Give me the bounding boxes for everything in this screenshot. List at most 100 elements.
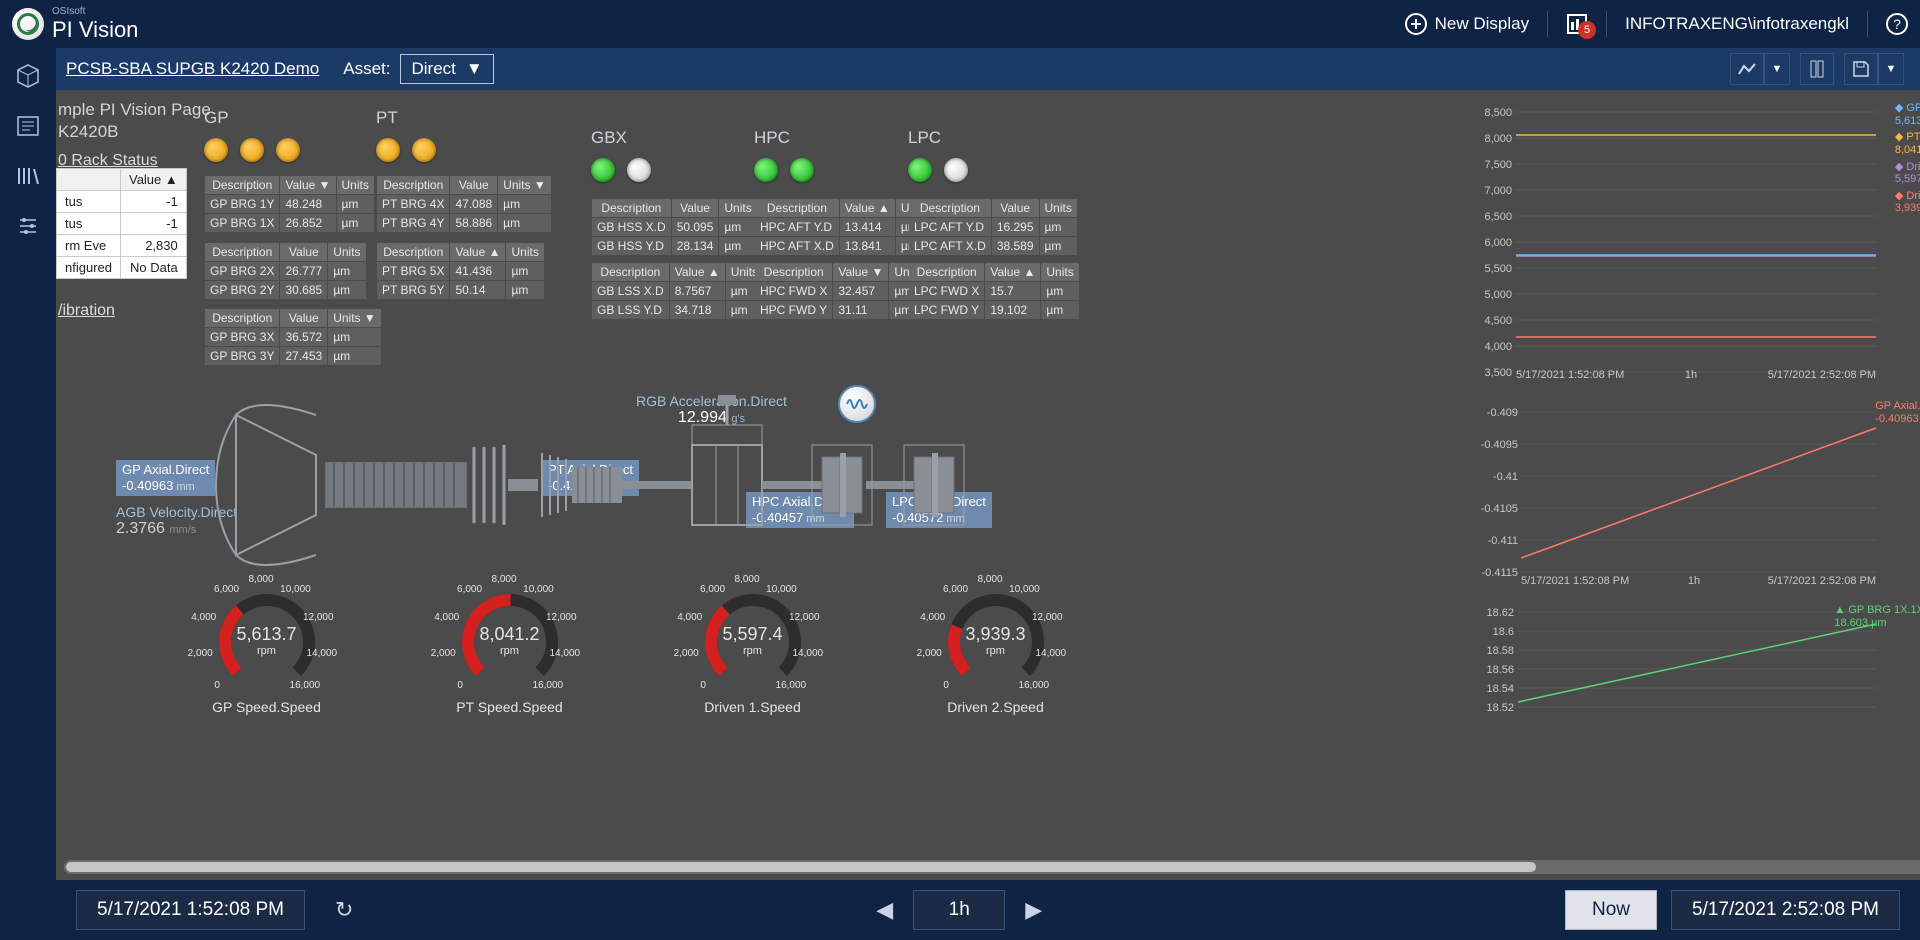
col-header[interactable]: Value ▲: [670, 263, 725, 281]
col-header[interactable]: Value: [280, 309, 327, 327]
col-header[interactable]: Description: [592, 199, 671, 217]
table-row[interactable]: PT BRG 5X41.436µm: [377, 262, 544, 280]
rack-status-header[interactable]: Value ▲: [120, 169, 186, 191]
group-gp-table-2[interactable]: DescriptionValueUnits ▼GP BRG 3X36.572µm…: [204, 308, 382, 366]
col-header[interactable]: Value: [992, 199, 1039, 217]
status-led-white[interactable]: [944, 158, 968, 182]
group-gbx-table-1[interactable]: DescriptionValue ▲UnitsGB LSS X.D8.7567µ…: [591, 262, 764, 320]
table-row[interactable]: GB LSS Y.D34.718µm: [592, 301, 763, 319]
table-row[interactable]: HPC AFT Y.D13.414µm: [755, 218, 933, 236]
nav-assets-button[interactable]: [14, 62, 42, 90]
col-header[interactable]: Description: [755, 199, 839, 217]
help-button[interactable]: ?: [1886, 13, 1908, 35]
status-led-orange[interactable]: [204, 138, 228, 162]
col-header[interactable]: Value ▼: [833, 263, 888, 281]
new-display-button[interactable]: New Display: [1405, 13, 1529, 35]
table-row[interactable]: GP BRG 3Y27.453µm: [205, 347, 381, 365]
legend-item[interactable]: GP Axial.Direct: [1875, 400, 1920, 413]
col-header[interactable]: Description: [909, 199, 991, 217]
col-header[interactable]: Value: [672, 199, 719, 217]
group-pt-table-1[interactable]: DescriptionValue ▲UnitsPT BRG 5X41.436µm…: [376, 242, 545, 300]
nav-layers-button[interactable]: [14, 212, 42, 240]
user-label[interactable]: INFOTRAXENG\infotraxengkl: [1625, 14, 1849, 34]
col-header[interactable]: Description: [377, 176, 449, 194]
gauge-2[interactable]: 02,0004,0006,0008,00010,00012,00014,0001…: [660, 570, 845, 715]
gauge-1[interactable]: 02,0004,0006,0008,00010,00012,00014,0001…: [417, 570, 602, 715]
group-lpc-table-0[interactable]: DescriptionValueUnitsLPC AFT Y.D16.295µm…: [908, 198, 1078, 256]
table-row[interactable]: HPC FWD X32.457µm: [755, 282, 927, 300]
col-header[interactable]: Description: [755, 263, 832, 281]
trend-tool-dropdown[interactable]: ▼: [1764, 53, 1790, 85]
display-canvas[interactable]: mple PI Vision Page K2420B 0 Rack Status…: [56, 90, 1920, 880]
col-header[interactable]: Description: [205, 243, 279, 261]
col-header[interactable]: Value: [280, 243, 327, 261]
table-row[interactable]: GB HSS X.D50.095µm: [592, 218, 757, 236]
status-led-green[interactable]: [754, 158, 778, 182]
table-row[interactable]: LPC AFT X.D38.589µm: [909, 237, 1077, 255]
ruler-tool-button[interactable]: [1800, 53, 1834, 85]
horizontal-scrollbar[interactable]: [64, 860, 1920, 874]
table-row[interactable]: GP BRG 2Y30.685µm: [205, 281, 366, 299]
status-led-orange[interactable]: [276, 138, 300, 162]
table-row[interactable]: GP BRG 3X36.572µm: [205, 328, 381, 346]
col-header[interactable]: Value ▼: [280, 176, 335, 194]
trend-tool-button[interactable]: [1730, 53, 1764, 85]
status-led-orange[interactable]: [240, 138, 264, 162]
table-row[interactable]: PT BRG 4X47.088µm: [377, 195, 551, 213]
legend-item[interactable]: ▲ GP BRG 1X.1X Amp: [1834, 604, 1920, 617]
table-row[interactable]: GP BRG 2X26.777µm: [205, 262, 366, 280]
gauge-3[interactable]: 02,0004,0006,0008,00010,00012,00014,0001…: [903, 570, 1088, 715]
now-button[interactable]: Now: [1565, 890, 1657, 930]
group-gp-table-0[interactable]: DescriptionValue ▼UnitsGP BRG 1Y48.248µm…: [204, 175, 375, 233]
col-header[interactable]: Units: [328, 243, 365, 261]
status-led-green[interactable]: [790, 158, 814, 182]
table-row[interactable]: PT BRG 4Y58.886µm: [377, 214, 551, 232]
scrollbar-thumb[interactable]: [66, 862, 1536, 872]
nav-events-button[interactable]: [14, 112, 42, 140]
range-button[interactable]: 1h: [913, 890, 1005, 930]
table-row[interactable]: GB HSS Y.D28.134µm: [592, 237, 757, 255]
table-row[interactable]: LPC FWD Y19.102µm: [909, 301, 1079, 319]
nav-library-button[interactable]: [14, 162, 42, 190]
step-forward-button[interactable]: ▶: [1019, 897, 1048, 923]
status-led-orange[interactable]: [376, 138, 400, 162]
legend-item[interactable]: ◆ Driven 1: [1895, 161, 1920, 174]
col-header[interactable]: Description: [592, 263, 669, 281]
table-row[interactable]: HPC FWD Y31.11µm: [755, 301, 927, 319]
col-header[interactable]: Units: [1041, 263, 1078, 281]
save-dropdown[interactable]: ▼: [1878, 53, 1904, 85]
display-name-link[interactable]: PCSB-SBA SUPGB K2420 Demo: [66, 59, 319, 79]
legend-item[interactable]: ◆ PT Spee: [1895, 131, 1920, 144]
asset-dropdown[interactable]: Direct ▼: [400, 54, 493, 84]
end-time-input[interactable]: 5/17/2021 2:52:08 PM: [1671, 890, 1900, 930]
col-header[interactable]: Units: [506, 243, 543, 261]
trend-chart-brg[interactable]: 18.6218.618.5818.5618.5418.52 ▲ GP BRG 1…: [1466, 602, 1920, 722]
table-row[interactable]: GP BRG 1X26.852µm: [205, 214, 374, 232]
col-header[interactable]: Units ▼: [328, 309, 381, 327]
col-header[interactable]: Units: [337, 176, 374, 194]
col-header[interactable]: Description: [909, 263, 984, 281]
table-row[interactable]: GB LSS X.D8.7567µm: [592, 282, 763, 300]
group-pt-table-0[interactable]: DescriptionValueUnits ▼PT BRG 4X47.088µm…: [376, 175, 552, 233]
group-gp-table-1[interactable]: DescriptionValueUnitsGP BRG 2X26.777µmGP…: [204, 242, 367, 300]
refresh-button[interactable]: ↻: [335, 897, 353, 923]
step-back-button[interactable]: ◀: [870, 897, 899, 923]
col-header[interactable]: Units: [719, 199, 756, 217]
legend-item[interactable]: ◆ GP Spe: [1895, 102, 1920, 115]
trend-chart-axial[interactable]: -0.409-0.4095-0.41-0.4105-0.411-0.4115 5…: [1466, 398, 1920, 596]
status-led-green[interactable]: [908, 158, 932, 182]
status-led-white[interactable]: [627, 158, 651, 182]
group-gbx-table-0[interactable]: DescriptionValueUnitsGB HSS X.D50.095µmG…: [591, 198, 758, 256]
trend-chart-speeds[interactable]: 8,5008,0007,5007,0006,5006,0005,5005,000…: [1466, 100, 1920, 400]
col-header[interactable]: Value ▲: [985, 263, 1040, 281]
col-header[interactable]: Description: [377, 243, 449, 261]
table-row[interactable]: LPC AFT Y.D16.295µm: [909, 218, 1077, 236]
status-led-green[interactable]: [591, 158, 615, 182]
table-row[interactable]: LPC FWD X15.7µm: [909, 282, 1079, 300]
col-header[interactable]: Units ▼: [498, 176, 551, 194]
status-led-orange[interactable]: [412, 138, 436, 162]
start-time-input[interactable]: 5/17/2021 1:52:08 PM: [76, 890, 305, 930]
col-header[interactable]: Value ▲: [840, 199, 895, 217]
legend-item[interactable]: ◆ Driven 2: [1895, 190, 1920, 203]
col-header[interactable]: Value ▲: [450, 243, 505, 261]
